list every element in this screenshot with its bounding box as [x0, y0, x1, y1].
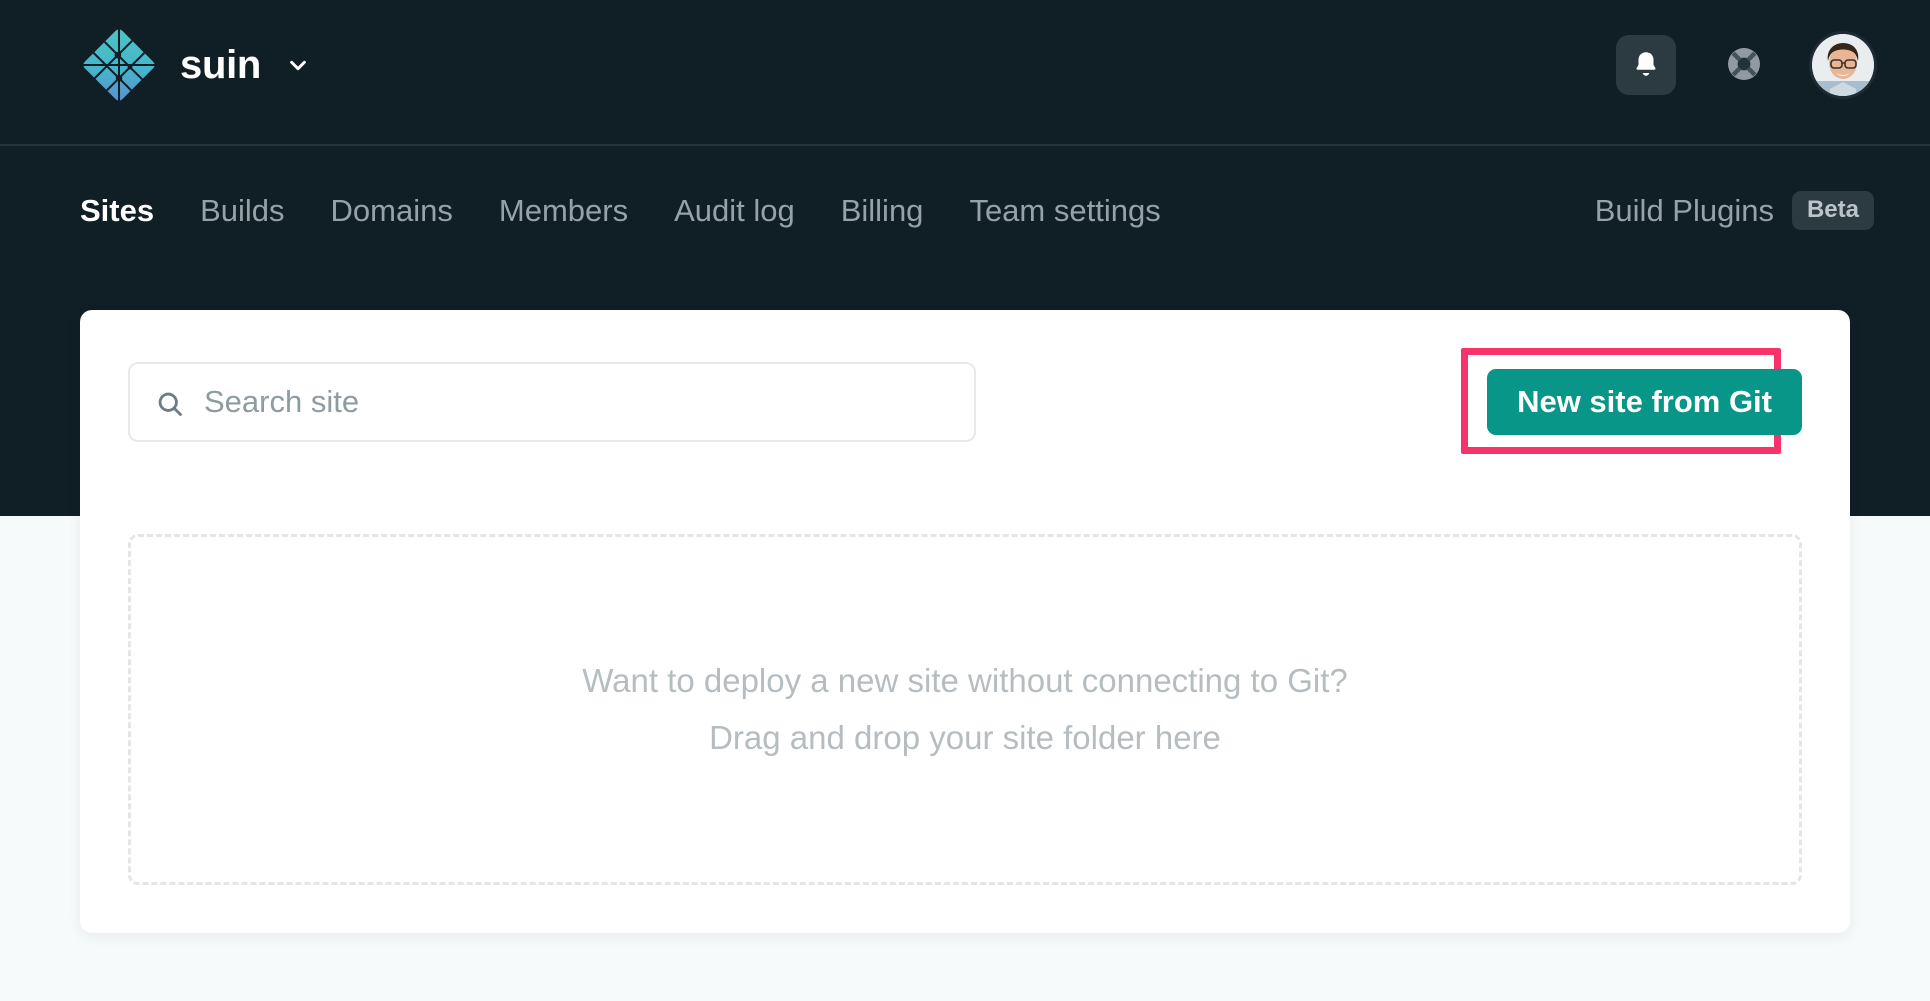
- search-input[interactable]: [130, 364, 974, 440]
- card-toolbar: New site from Git: [128, 348, 1802, 454]
- primary-nav: Sites Builds Domains Members Audit log B…: [80, 186, 1874, 234]
- search-site-box[interactable]: [128, 362, 976, 442]
- nav-item-team-settings[interactable]: Team settings: [969, 195, 1160, 226]
- dropzone-line-2: Drag and drop your site folder here: [709, 718, 1221, 756]
- nav-item-build-plugins[interactable]: Build Plugins: [1595, 195, 1774, 226]
- nav-item-members[interactable]: Members: [499, 195, 628, 226]
- app-page: suin Sites Builds Domains Members Audit …: [0, 0, 1930, 1001]
- new-site-button-wrap: New site from Git: [1461, 348, 1802, 454]
- brand[interactable]: suin: [80, 26, 309, 104]
- sites-card: New site from Git Want to deploy a new s…: [80, 310, 1850, 933]
- nav-item-billing[interactable]: Billing: [841, 195, 924, 226]
- lifebuoy-icon: [1722, 42, 1766, 89]
- dropzone-line-1: Want to deploy a new site without connec…: [582, 661, 1348, 699]
- team-name: suin: [180, 43, 262, 87]
- top-actions: [1616, 34, 1874, 96]
- nav-item-audit-log[interactable]: Audit log: [674, 195, 795, 226]
- nav-item-sites[interactable]: Sites: [80, 195, 154, 226]
- nav-item-builds[interactable]: Builds: [200, 195, 284, 226]
- notifications-button[interactable]: [1616, 35, 1676, 95]
- nav-item-domains[interactable]: Domains: [331, 195, 453, 226]
- header-divider: [0, 144, 1930, 146]
- beta-badge: Beta: [1791, 190, 1874, 230]
- help-button[interactable]: [1720, 41, 1768, 89]
- search-icon: [156, 390, 184, 423]
- site-dropzone[interactable]: Want to deploy a new site without connec…: [128, 534, 1802, 885]
- chevron-down-icon[interactable]: [283, 54, 309, 76]
- bell-icon: [1631, 48, 1661, 83]
- avatar[interactable]: [1812, 34, 1874, 96]
- netlify-diamond-logo-icon: [80, 26, 158, 104]
- new-site-from-git-button[interactable]: New site from Git: [1487, 369, 1802, 435]
